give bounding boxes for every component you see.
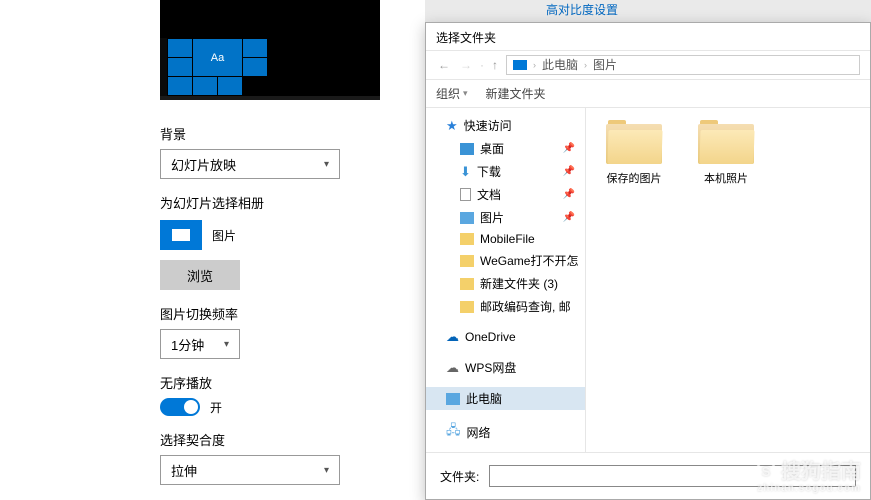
sidebar-item-onedrive[interactable]: ☁ OneDrive	[426, 326, 585, 348]
dialog-toolbar: 组织 ▾ 新建文件夹	[426, 80, 870, 109]
chevron-down-icon: ▾	[324, 465, 329, 476]
pc-icon	[446, 393, 460, 405]
pin-icon: 📌	[563, 143, 575, 154]
folder-icon	[460, 255, 474, 267]
background-label: 背景	[160, 124, 420, 143]
chevron-down-icon: ▾	[463, 88, 468, 99]
sidebar-item-thispc[interactable]: 此电脑	[426, 387, 585, 410]
pc-icon	[513, 60, 527, 70]
frequency-select[interactable]: 1分钟 ▾	[160, 329, 240, 359]
breadcrumb[interactable]: › 此电脑 › 图片	[506, 55, 860, 75]
folder-saved-pictures[interactable]: 保存的图片	[598, 120, 670, 186]
document-icon	[460, 188, 471, 201]
dialog-title: 选择文件夹	[426, 23, 870, 51]
sidebar-item-documents[interactable]: 文档 📌	[426, 183, 585, 206]
watermark: S 搜狗指南 zhinan.sogou.com	[755, 461, 861, 494]
browse-button[interactable]: 浏览	[160, 260, 240, 290]
folder-icon	[698, 120, 754, 164]
network-icon: 🖧	[446, 421, 461, 443]
desktop-preview: Aa	[160, 0, 380, 100]
settings-panel: Aa 背景 幻灯片放映 ▾ 为幻灯片选择相册 图片 浏览 图片切换频率 1分钟 …	[160, 0, 420, 500]
pin-icon: 📌	[563, 189, 575, 200]
folder-icon	[460, 301, 474, 313]
album-section-label: 为幻灯片选择相册	[160, 193, 420, 212]
nav-up-icon[interactable]: ↑	[490, 58, 500, 72]
preview-tile-aa: Aa	[193, 39, 242, 76]
fit-label: 选择契合度	[160, 430, 420, 449]
sidebar-item-newfolder3[interactable]: 新建文件夹 (3)	[426, 272, 585, 295]
fit-select[interactable]: 拉伸 ▾	[160, 455, 340, 485]
sidebar-item-downloads[interactable]: ⬇ 下载 📌	[426, 160, 585, 183]
nav-back-icon[interactable]: ←	[436, 58, 452, 72]
frequency-value: 1分钟	[171, 335, 204, 354]
nav-forward-icon[interactable]: →	[458, 58, 474, 72]
frequency-label: 图片切换频率	[160, 304, 420, 323]
chevron-down-icon: ▾	[324, 159, 329, 170]
chevron-right-icon: ›	[533, 60, 536, 70]
sidebar-item-wps[interactable]: ☁ WPS网盘	[426, 356, 585, 379]
chevron-right-icon: ›	[584, 60, 587, 70]
sogou-logo-icon: S	[755, 461, 777, 483]
new-folder-button[interactable]: 新建文件夹	[486, 85, 546, 102]
sidebar-item-pictures[interactable]: 图片 📌	[426, 206, 585, 229]
folder-icon	[460, 233, 474, 245]
album-icon	[160, 220, 202, 250]
shuffle-state: 开	[210, 399, 222, 416]
dialog-sidebar: ★ 快速访问 桌面 📌 ⬇ 下载 📌 文档 📌 图片 📌	[426, 108, 586, 452]
pin-icon: 📌	[563, 166, 575, 177]
crumb-pictures[interactable]: 图片	[593, 56, 617, 73]
background-value: 幻灯片放映	[171, 155, 236, 174]
cloud-icon: ☁	[446, 360, 459, 376]
organize-menu[interactable]: 组织 ▾	[436, 85, 468, 102]
sidebar-item-quickaccess[interactable]: ★ 快速访问	[426, 114, 585, 137]
sidebar-item-wegame[interactable]: WeGame打不开怎	[426, 249, 585, 272]
sidebar-item-postal[interactable]: 邮政编码查询, 邮	[426, 295, 585, 318]
fit-value: 拉伸	[171, 461, 197, 480]
address-bar: ← → · ↑ › 此电脑 › 图片	[426, 51, 870, 80]
shuffle-toggle[interactable]	[160, 398, 200, 416]
star-icon: ★	[446, 118, 458, 134]
pictures-icon	[460, 212, 474, 224]
pin-icon: 📌	[563, 212, 575, 223]
folder-content: 保存的图片 本机照片	[586, 108, 870, 452]
sidebar-item-desktop[interactable]: 桌面 📌	[426, 137, 585, 160]
desktop-icon	[460, 143, 474, 155]
crumb-thispc[interactable]: 此电脑	[542, 56, 578, 73]
folder-icon	[606, 120, 662, 164]
folder-name-label: 文件夹:	[440, 468, 479, 485]
folder-icon	[460, 278, 474, 290]
folder-camera-roll[interactable]: 本机照片	[690, 120, 762, 186]
folder-picker-dialog: 选择文件夹 ← → · ↑ › 此电脑 › 图片 组织 ▾ 新建文件夹 ★ 快速…	[425, 22, 871, 500]
sidebar-item-mobilefile[interactable]: MobileFile	[426, 229, 585, 249]
chevron-down-icon: ▾	[224, 339, 229, 350]
cloud-icon: ☁	[446, 329, 459, 345]
album-name: 图片	[212, 227, 236, 244]
link-highcontrast[interactable]: 高对比度设置	[546, 0, 618, 20]
sidebar-item-network[interactable]: 🖧 网络	[426, 418, 585, 446]
download-icon: ⬇	[460, 164, 471, 180]
background-select[interactable]: 幻灯片放映 ▾	[160, 149, 340, 179]
shuffle-label: 无序播放	[160, 373, 420, 392]
